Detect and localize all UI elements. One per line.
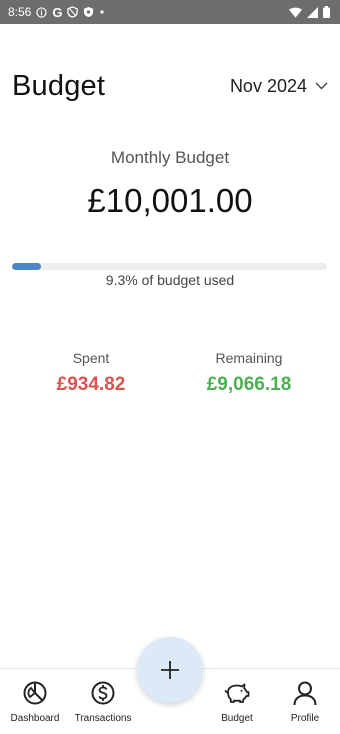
- header: Budget Nov 2024: [12, 66, 328, 106]
- nav-dashboard-label: Dashboard: [10, 713, 60, 724]
- nav-dashboard[interactable]: Dashboard: [0, 679, 70, 724]
- nav-budget-label: Budget: [221, 713, 253, 724]
- budget-progress-bar: [12, 263, 327, 270]
- remaining-value: £9,066.18: [206, 374, 292, 395]
- info-icon: [36, 6, 48, 18]
- nav-transactions[interactable]: Transactions: [68, 679, 138, 724]
- remaining-label: Remaining: [215, 350, 283, 366]
- wifi-icon: [289, 7, 302, 18]
- budget-progress-fill: [12, 263, 42, 270]
- spent-value: £934.82: [56, 374, 126, 395]
- shield-icon: [84, 6, 94, 18]
- spent-label: Spent: [72, 350, 110, 366]
- page-title: Budget: [12, 69, 106, 102]
- status-bar: 8:56 G: [0, 0, 340, 24]
- spent-stat: Spent £934.82: [6, 350, 176, 396]
- dot-icon: [100, 10, 105, 14]
- budget-progress-text: 9.3% of budget used: [105, 272, 235, 288]
- nav-profile[interactable]: Profile: [270, 679, 340, 724]
- remaining-stat: Remaining £9,066.18: [164, 350, 334, 396]
- status-time: 8:56: [8, 5, 32, 19]
- chevron-down-icon: [315, 82, 328, 90]
- piggy-bank-icon: [224, 683, 250, 703]
- add-transaction-button[interactable]: [137, 637, 203, 703]
- dashboard-icon: [23, 681, 47, 705]
- month-selector[interactable]: Nov 2024: [230, 76, 328, 97]
- monthly-budget-amount: £10,001.00: [87, 182, 253, 219]
- dollar-icon: [91, 681, 115, 705]
- nav-transactions-label: Transactions: [74, 713, 132, 724]
- profile-icon: [293, 681, 317, 706]
- nav-profile-label: Profile: [290, 713, 320, 724]
- month-label: Nov 2024: [229, 75, 307, 96]
- signal-icon: [307, 6, 318, 18]
- plus-icon: [161, 661, 179, 679]
- shield-outline-icon: [67, 6, 79, 18]
- monthly-budget-label: Monthly Budget: [110, 148, 230, 167]
- nav-budget[interactable]: Budget: [202, 679, 272, 724]
- g-icon: G: [52, 4, 63, 20]
- battery-icon: [323, 6, 330, 18]
